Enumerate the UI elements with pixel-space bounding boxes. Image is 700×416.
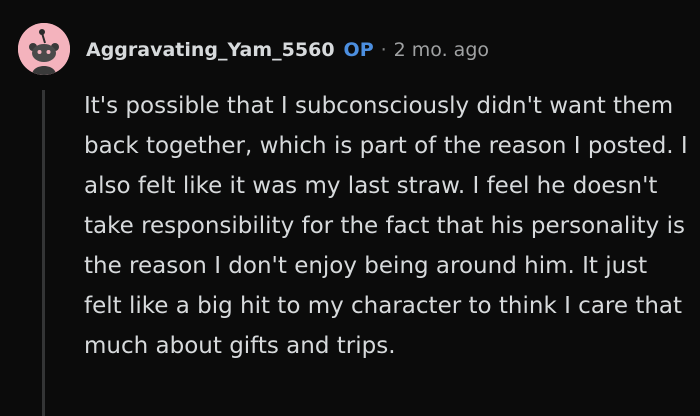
meta-separator: ·	[380, 39, 387, 61]
comment-body: It's possible that I subconsciously didn…	[84, 93, 688, 359]
op-badge: OP	[343, 39, 374, 61]
snoo-avatar-icon	[18, 23, 70, 75]
author-username[interactable]: Aggravating_Yam_5560	[86, 39, 335, 61]
comment-timestamp[interactable]: 2 mo. ago	[394, 39, 489, 61]
thread-collapse-line[interactable]	[42, 90, 45, 416]
comment: Aggravating_Yam_5560 OP · 2 mo. ago It's…	[0, 0, 700, 416]
comment-meta: Aggravating_Yam_5560 OP · 2 mo. ago	[86, 34, 489, 66]
avatar[interactable]	[18, 23, 70, 75]
